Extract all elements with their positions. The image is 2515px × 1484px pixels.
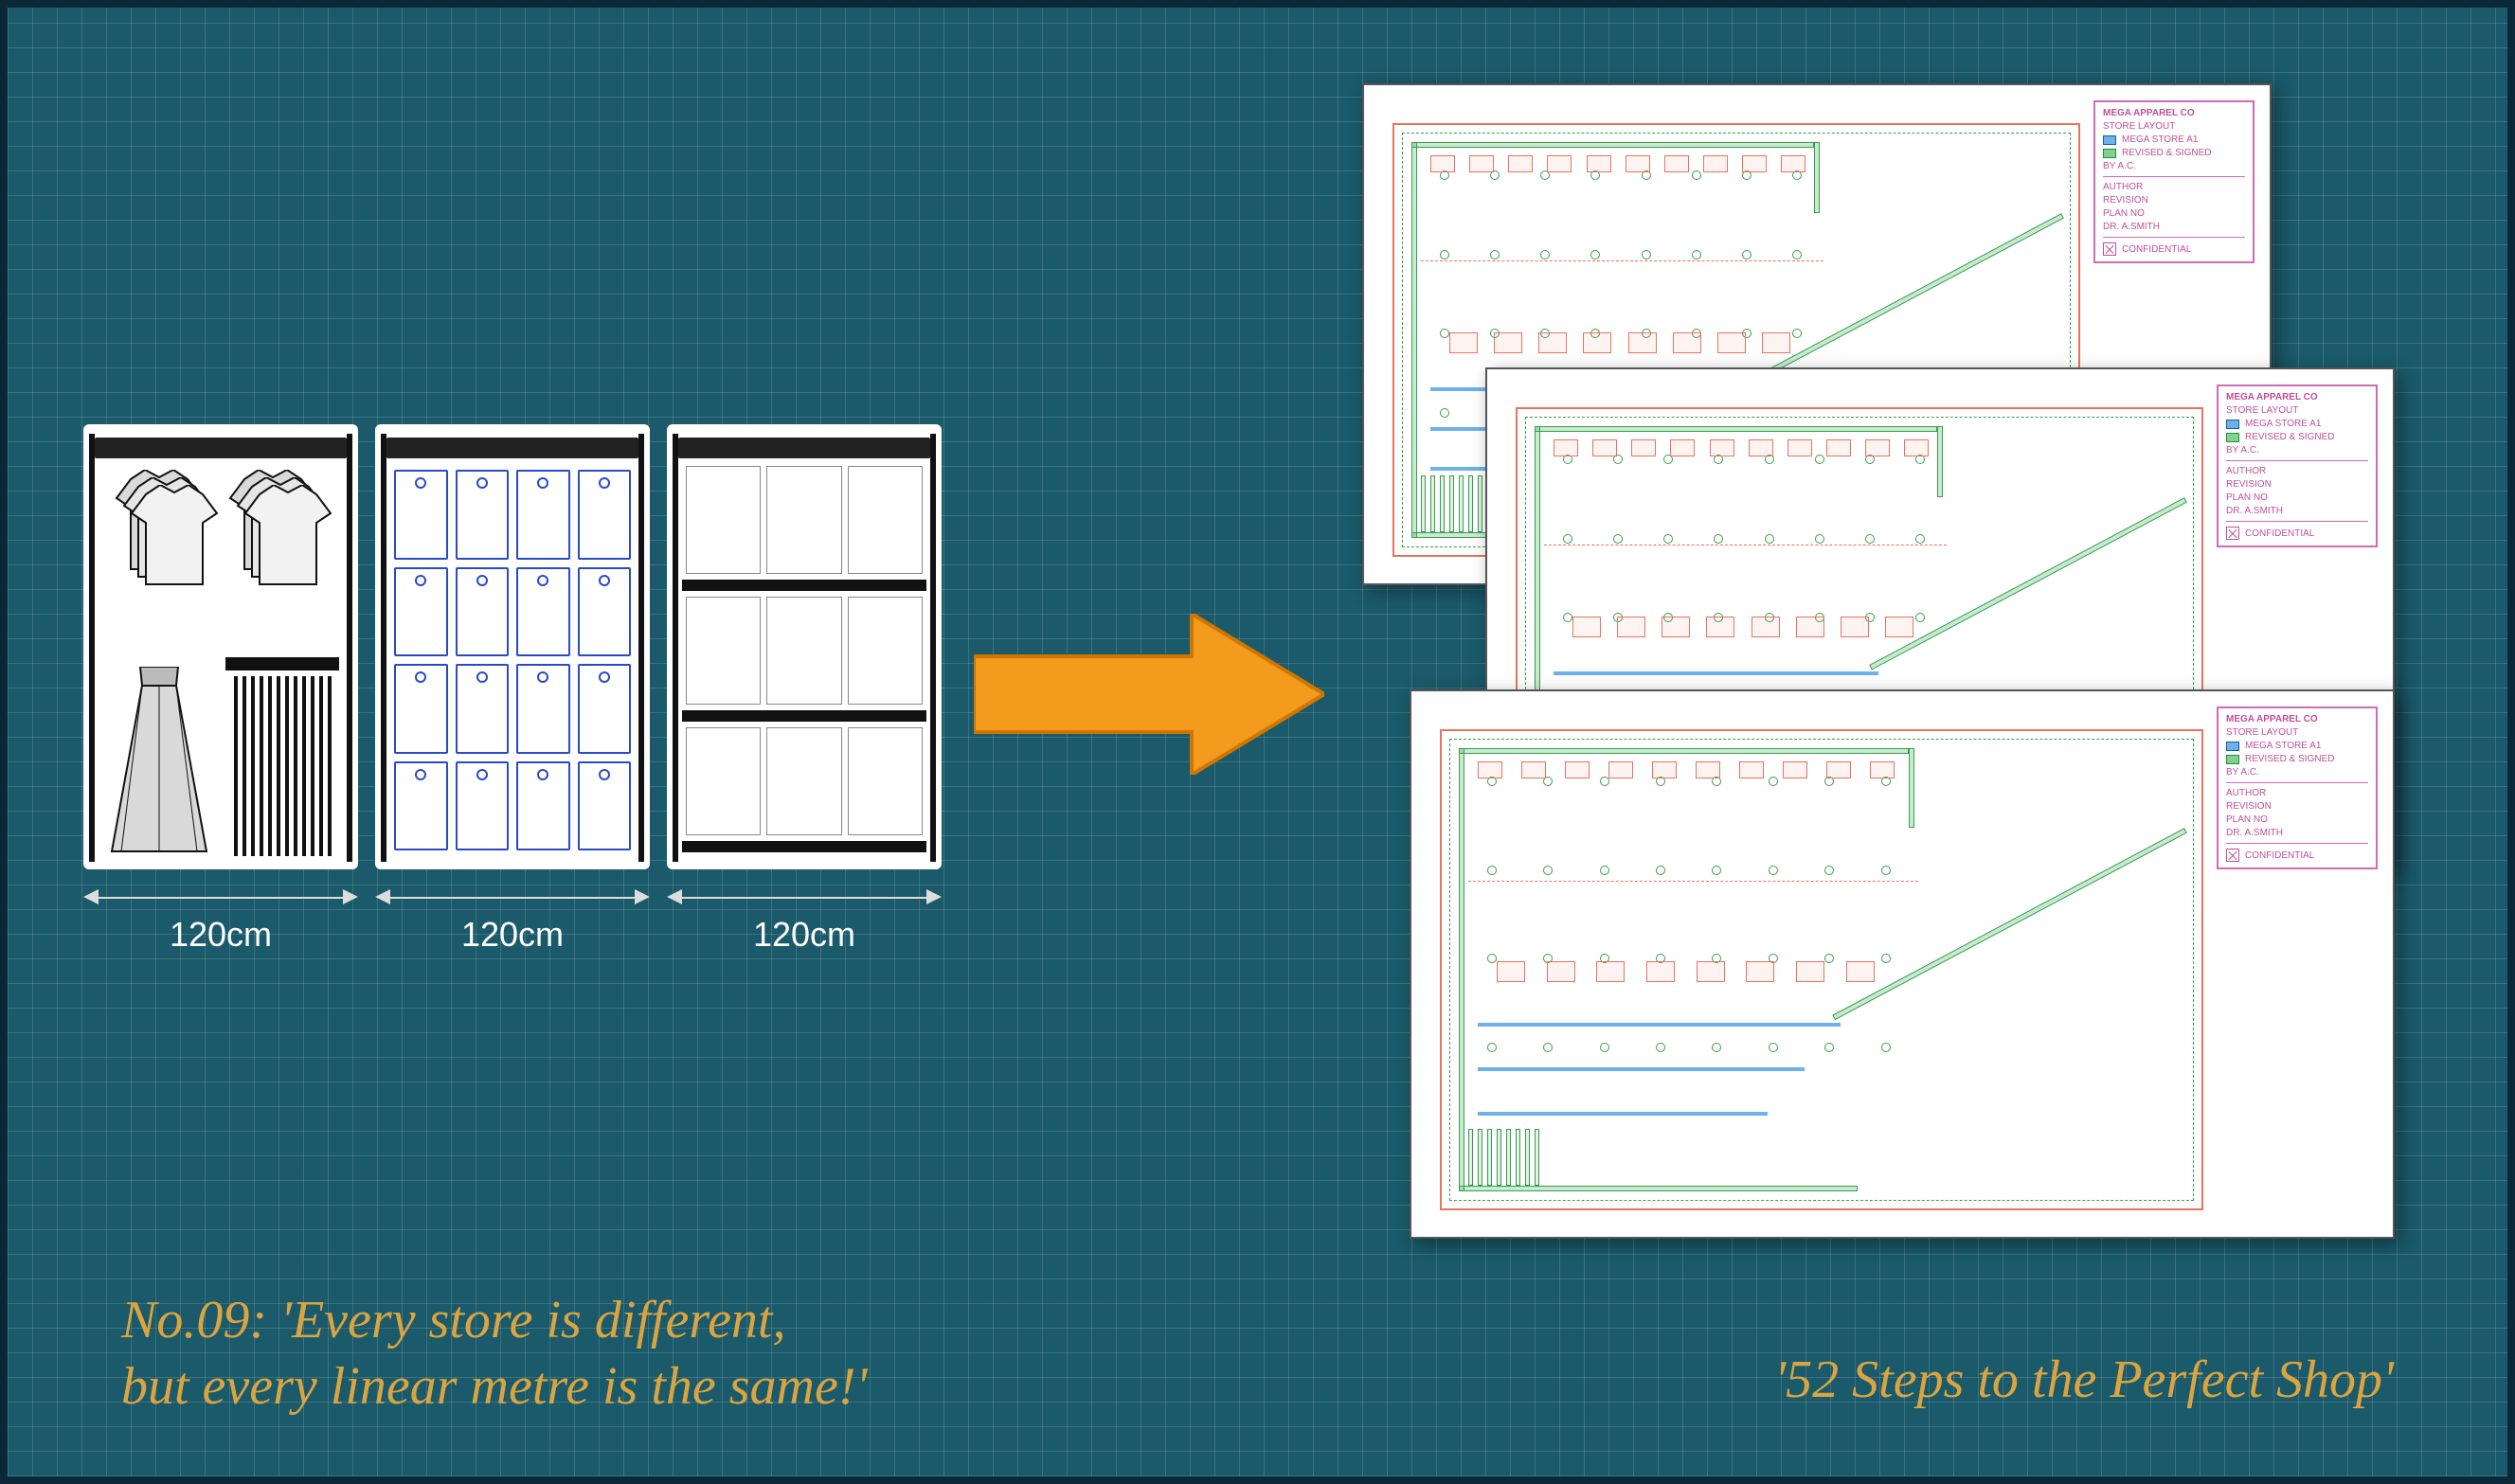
dimension-text: 120cm xyxy=(461,915,564,954)
garment-skirt-icon xyxy=(102,667,216,856)
legend-row: BY A.C. xyxy=(2226,767,2368,778)
floorplan-card: MEGA APPAREL CO STORE LAYOUT MEGA STORE … xyxy=(1410,689,2395,1239)
packet-grid-icon xyxy=(385,466,640,860)
legend-meta: AUTHOR xyxy=(2103,182,2245,192)
legend-meta: PLAN NO xyxy=(2103,208,2245,219)
module-top-rail xyxy=(95,438,347,458)
legend-sub: STORE LAYOUT xyxy=(2226,405,2368,416)
legend-row: MEGA STORE A1 xyxy=(2245,741,2321,751)
legend-row: REVISED & SIGNED xyxy=(2122,148,2211,158)
slide-canvas: 120cm 120cm 120cm MEGA APPAREL CO STORE … xyxy=(0,0,2515,1484)
legend-sub: STORE LAYOUT xyxy=(2226,727,2368,738)
legend-meta: REVISION xyxy=(2103,195,2245,206)
module-top-rail xyxy=(386,438,638,458)
legend-meta: PLAN NO xyxy=(2226,492,2368,503)
legend-row: REVISED & SIGNED xyxy=(2245,754,2334,764)
shelving-icon xyxy=(676,466,932,860)
module-packets xyxy=(375,424,650,869)
dimension-arrow-icon xyxy=(375,888,650,905)
legend-meta: DR. A.SMITH xyxy=(2226,828,2368,838)
legend-row: REVISED & SIGNED xyxy=(2245,432,2334,442)
tip-caption: No.09: 'Every store is different, but ev… xyxy=(121,1287,867,1420)
legend-row: MEGA STORE A1 xyxy=(2122,134,2198,145)
dimension-text: 120cm xyxy=(753,915,855,954)
transform-arrow-icon xyxy=(974,614,1324,775)
module-shelves xyxy=(667,424,942,869)
legend-meta: AUTHOR xyxy=(2226,466,2368,476)
floorplan-legend: MEGA APPAREL CO STORE LAYOUT MEGA STORE … xyxy=(2217,384,2378,547)
legend-title: MEGA APPAREL CO xyxy=(2226,392,2368,402)
legend-meta: AUTHOR xyxy=(2226,788,2368,798)
legend-meta: REVISION xyxy=(2226,801,2368,812)
tip-line1: No.09: 'Every store is different, xyxy=(121,1287,867,1353)
legend-meta: REVISION xyxy=(2226,479,2368,490)
legend-title: MEGA APPAREL CO xyxy=(2226,714,2368,724)
module-garments xyxy=(83,424,358,869)
legend-meta: DR. A.SMITH xyxy=(2226,506,2368,516)
floorplan-schematic-icon xyxy=(1459,748,2184,1191)
legend-footer: CONFIDENTIAL xyxy=(2122,244,2191,255)
garment-shirts-icon xyxy=(225,470,330,583)
dimension-labels: 120cm 120cm 120cm xyxy=(83,888,942,955)
legend-title: MEGA APPAREL CO xyxy=(2103,108,2245,118)
legend-footer: CONFIDENTIAL xyxy=(2245,850,2314,861)
legend-row: MEGA STORE A1 xyxy=(2245,419,2321,429)
legend-row: BY A.C. xyxy=(2226,445,2368,456)
legend-row: BY A.C. xyxy=(2103,161,2245,171)
legend-footer: CONFIDENTIAL xyxy=(2245,528,2314,539)
dimension-text: 120cm xyxy=(170,915,272,954)
floorplan-legend: MEGA APPAREL CO STORE LAYOUT MEGA STORE … xyxy=(2217,706,2378,869)
module-top-rail xyxy=(678,438,930,458)
legend-meta: DR. A.SMITH xyxy=(2103,222,2245,232)
legend-sub: STORE LAYOUT xyxy=(2103,121,2245,132)
legend-meta: PLAN NO xyxy=(2226,814,2368,825)
garment-trouser-rail-icon xyxy=(225,657,339,856)
shelving-modules xyxy=(83,424,942,869)
series-caption: '52 Steps to the Perfect Shop' xyxy=(1774,1350,2394,1410)
dimension-arrow-icon xyxy=(83,888,358,905)
dimension-arrow-icon xyxy=(667,888,942,905)
floorplan-legend: MEGA APPAREL CO STORE LAYOUT MEGA STORE … xyxy=(2093,100,2255,263)
garment-shirts-icon xyxy=(112,470,216,583)
floorplan-stack: MEGA APPAREL CO STORE LAYOUT MEGA STORE … xyxy=(1362,83,2433,1239)
tip-line2: but every linear metre is the same!' xyxy=(121,1353,867,1420)
